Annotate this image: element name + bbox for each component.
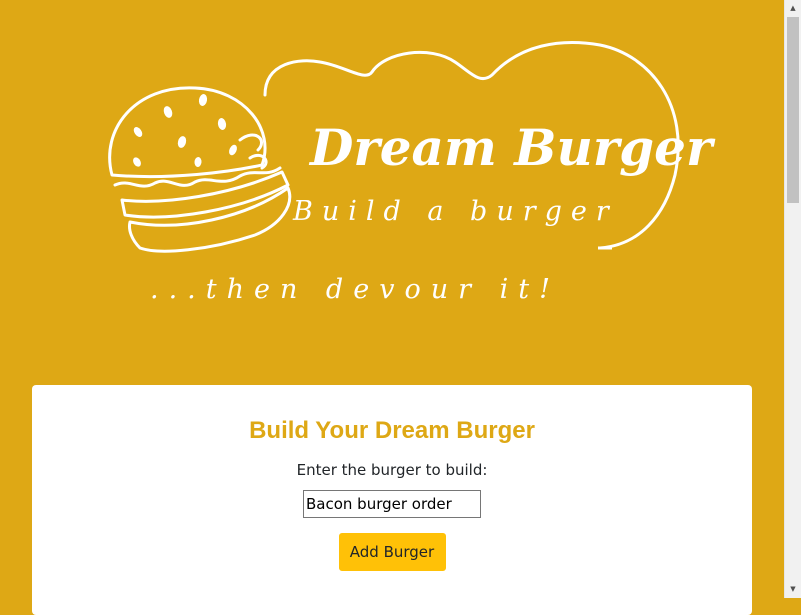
burger-input-label: Enter the burger to build: [296, 461, 488, 479]
burger-form-card: Build Your Dream Burger Enter the burger… [32, 385, 752, 615]
burger-icon [108, 86, 292, 253]
form-heading: Build Your Dream Burger [249, 417, 535, 444]
logo-tagline: ...then devour it! [150, 274, 560, 305]
logo-subtitle: Build a burger [292, 196, 618, 227]
add-burger-button[interactable]: Add Burger [338, 533, 446, 571]
scrollbar-thumb[interactable] [787, 17, 799, 203]
page: Dream Burger Build a burger ...then devo… [0, 0, 784, 615]
chevron-up-icon[interactable]: ▲ [785, 0, 801, 17]
sesame-seeds [133, 94, 237, 167]
chevron-down-icon[interactable]: ▼ [785, 581, 801, 598]
vertical-scrollbar[interactable]: ▲ ▼ [784, 0, 801, 598]
dream-burger-logo: Dream Burger Build a burger ...then devo… [108, 41, 716, 305]
logo-title: Dream Burger [308, 118, 716, 177]
burger-name-input[interactable] [303, 490, 481, 518]
